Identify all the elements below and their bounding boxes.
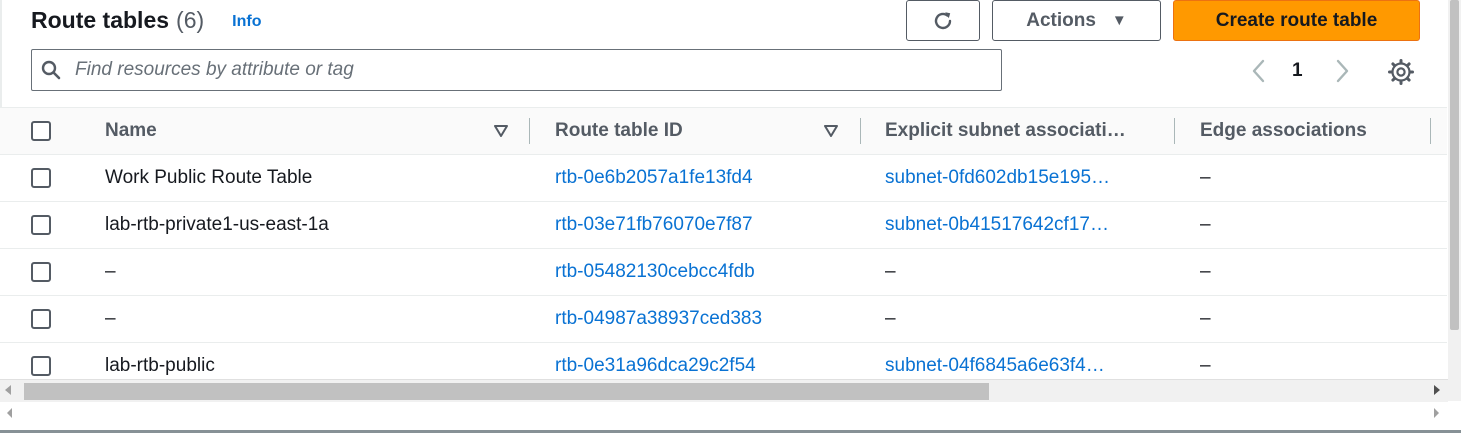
sort-down-icon[interactable]: [824, 125, 838, 137]
vertical-scrollbar-thumb[interactable]: [1450, 0, 1459, 330]
table-header: Name Route table ID Explicit subnet asso…: [0, 108, 1447, 155]
table-row[interactable]: lab-rtb-public rtb-0e31a96dca29c2f54 sub…: [0, 343, 1447, 380]
column-header-explicit-subnet[interactable]: Explicit subnet associati…: [885, 108, 1126, 154]
scroll-left-small-icon[interactable]: [7, 408, 12, 418]
create-button-label: Create route table: [1215, 9, 1378, 31]
route-table-id-link[interactable]: rtb-04987a38937ced383: [555, 296, 762, 342]
info-link[interactable]: Info: [232, 13, 261, 31]
column-resize-handle[interactable]: [529, 118, 530, 144]
refresh-icon: [934, 11, 952, 29]
route-table-id-link[interactable]: rtb-0e6b2057a1fe13fd4: [555, 155, 753, 201]
route-tables-table: Name Route table ID Explicit subnet asso…: [0, 107, 1447, 380]
route-table-id-link[interactable]: rtb-03e71fb76070e7f87: [555, 202, 753, 248]
row-checkbox[interactable]: [31, 168, 51, 188]
table-row[interactable]: Work Public Route Table rtb-0e6b2057a1fe…: [0, 155, 1447, 202]
horizontal-scrollbar-thumb[interactable]: [24, 383, 989, 400]
subnet-association-link[interactable]: subnet-0fd602db15e195…: [885, 155, 1110, 201]
chevron-right-icon[interactable]: [1331, 57, 1353, 85]
page-left-border: [0, 0, 2, 107]
row-checkbox[interactable]: [31, 215, 51, 235]
caret-down-icon: ▼: [1111, 12, 1127, 29]
row-name: lab-rtb-private1-us-east-1a: [105, 214, 329, 235]
subnet-association-value: –: [885, 261, 896, 282]
scroll-right-arrow-icon[interactable]: [1434, 385, 1440, 395]
row-checkbox[interactable]: [31, 356, 51, 376]
scroll-left-arrow-icon[interactable]: [5, 385, 11, 395]
column-resize-handle[interactable]: [1430, 118, 1431, 144]
search-bar: [31, 49, 1002, 91]
page-title: Route tables: [31, 6, 170, 33]
edge-associations-value: –: [1200, 308, 1211, 329]
search-input[interactable]: [73, 58, 957, 82]
column-header-name[interactable]: Name: [105, 108, 157, 154]
row-checkbox[interactable]: [31, 309, 51, 329]
row-name: lab-rtb-public: [105, 355, 215, 376]
sort-down-icon[interactable]: [494, 125, 508, 137]
column-header-route-table-id[interactable]: Route table ID: [555, 108, 683, 154]
gear-icon[interactable]: [1388, 59, 1414, 85]
edge-associations-value: –: [1200, 167, 1211, 188]
horizontal-scrollbar[interactable]: [0, 379, 1448, 402]
scrollbar-corner: [1448, 379, 1461, 401]
chevron-left-icon[interactable]: [1248, 57, 1270, 85]
create-route-table-button[interactable]: Create route table: [1173, 0, 1420, 41]
route-table-id-link[interactable]: rtb-0e31a96dca29c2f54: [555, 343, 756, 380]
subnet-association-link[interactable]: subnet-0b41517642cf17…: [885, 202, 1109, 248]
column-resize-handle[interactable]: [860, 118, 861, 144]
refresh-button[interactable]: [906, 0, 980, 41]
row-name: –: [105, 308, 116, 329]
table-row[interactable]: lab-rtb-private1-us-east-1a rtb-03e71fb7…: [0, 202, 1447, 249]
row-checkbox[interactable]: [31, 262, 51, 282]
edge-associations-value: –: [1200, 355, 1211, 376]
edge-associations-value: –: [1200, 214, 1211, 235]
subnet-association-value: –: [885, 308, 896, 329]
row-name: Work Public Route Table: [105, 167, 313, 188]
search-icon: [41, 60, 61, 80]
vertical-scrollbar[interactable]: [1448, 0, 1461, 379]
select-all-checkbox[interactable]: [31, 121, 51, 141]
column-resize-handle[interactable]: [1174, 118, 1175, 144]
row-name: –: [105, 261, 116, 282]
table-row[interactable]: – rtb-05482130cebcc4fdb – –: [0, 249, 1447, 296]
column-header-edge-associations[interactable]: Edge associations: [1200, 108, 1367, 154]
subnet-association-link[interactable]: subnet-04f6845a6e63f4…: [885, 343, 1105, 380]
actions-button-label: Actions: [1026, 9, 1096, 31]
current-page-number[interactable]: 1: [1292, 60, 1303, 82]
table-row[interactable]: – rtb-04987a38937ced383 – –: [0, 296, 1447, 343]
actions-dropdown-button[interactable]: Actions ▼: [992, 0, 1161, 41]
route-table-id-link[interactable]: rtb-05482130cebcc4fdb: [555, 249, 755, 295]
edge-associations-value: –: [1200, 261, 1211, 282]
resource-count: (6): [176, 6, 205, 33]
page-header: Route tables (6) Info: [31, 4, 261, 36]
scroll-right-small-icon[interactable]: [1434, 408, 1439, 418]
